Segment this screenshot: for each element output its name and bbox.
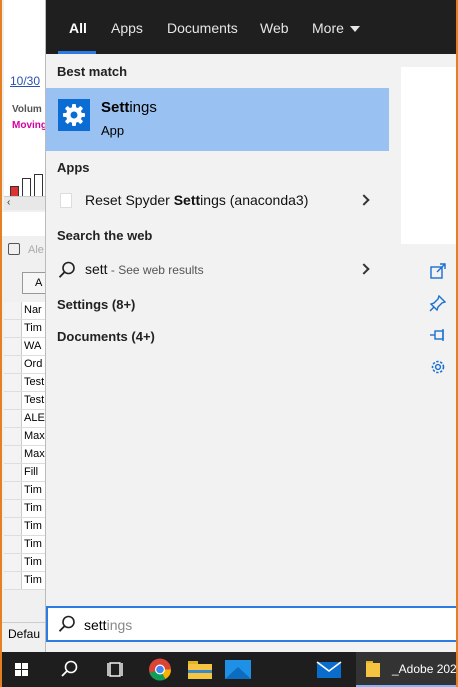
best-match-subtitle: App xyxy=(101,123,125,138)
app-settings-gear-icon[interactable] xyxy=(429,358,447,376)
background-moving-label: Moving xyxy=(12,120,46,131)
tab-web[interactable]: Web xyxy=(260,20,289,36)
table-row: Max xyxy=(4,446,45,464)
search-input-text: settings xyxy=(84,617,133,633)
tab-documents[interactable]: Documents xyxy=(167,20,238,36)
section-documents-count[interactable]: Documents (4+) xyxy=(57,329,155,344)
pin-to-taskbar-icon[interactable] xyxy=(429,326,447,344)
gear-icon xyxy=(63,104,85,126)
preview-pane xyxy=(389,54,458,606)
tab-all[interactable]: All xyxy=(69,20,87,36)
section-search-web: Search the web xyxy=(57,228,153,243)
table-row: Tim xyxy=(4,572,45,590)
file-explorer-taskbar-button[interactable] xyxy=(180,652,220,687)
web-result-label: sett - See web results xyxy=(85,261,204,277)
table-row: Tim xyxy=(4,536,45,554)
app-result-label: Reset Spyder Settings (anaconda3) xyxy=(85,192,309,208)
background-panel-icon xyxy=(8,243,20,255)
table-row: Test xyxy=(4,392,45,410)
best-match-settings-app[interactable]: Settings App xyxy=(46,88,389,151)
search-icon xyxy=(58,261,75,278)
start-button[interactable] xyxy=(2,652,42,687)
folder-icon xyxy=(366,661,380,677)
search-icon xyxy=(58,615,75,632)
section-settings-count[interactable]: Settings (8+) xyxy=(57,297,135,312)
preview-card xyxy=(401,67,458,244)
task-view-icon xyxy=(107,662,123,677)
taskbar-item-label: _Adobe 2021 xyxy=(392,662,458,676)
background-table: Nar Tim WA Ord Test Test ALE Max Max Fil… xyxy=(4,302,45,590)
chevron-right-icon[interactable] xyxy=(358,194,370,206)
search-filter-tabs: All Apps Documents Web More xyxy=(46,0,458,54)
table-row: WA xyxy=(4,338,45,356)
background-volume-label: Volum xyxy=(12,104,42,115)
task-view-button[interactable] xyxy=(97,652,137,687)
taskbar: _Adobe 2021 xyxy=(0,652,458,687)
background-chart: 10/30 Volum Moving xyxy=(4,0,46,200)
search-icon xyxy=(61,660,78,677)
section-apps: Apps xyxy=(57,160,90,175)
tab-apps[interactable]: Apps xyxy=(111,20,143,36)
open-icon[interactable] xyxy=(429,262,447,280)
table-row: Tim xyxy=(4,482,45,500)
window-app-icon xyxy=(225,660,251,679)
table-row: Tim xyxy=(4,554,45,572)
document-icon xyxy=(60,193,72,208)
table-row: Max xyxy=(4,428,45,446)
adobe-folder-taskbar-button[interactable]: _Adobe 2021 xyxy=(356,652,458,687)
table-row: Tim xyxy=(4,500,45,518)
window-frame-left xyxy=(0,0,2,687)
background-panel-title: Ale xyxy=(28,244,44,256)
web-result-sett[interactable]: sett - See web results xyxy=(46,253,389,287)
background-scrollbar[interactable]: ‹ xyxy=(4,196,45,210)
app-result-reset-spyder-settings[interactable]: Reset Spyder Settings (anaconda3) xyxy=(46,184,389,218)
mail-icon xyxy=(316,661,342,678)
table-row: Nar xyxy=(4,302,45,320)
chrome-icon xyxy=(149,658,171,681)
search-input[interactable]: settings xyxy=(46,606,458,642)
background-app-window: 10/30 Volum Moving ‹ Ale A Nar Tim WA Or… xyxy=(0,0,46,652)
settings-app-tile xyxy=(58,99,90,131)
chevron-down-icon xyxy=(349,26,360,33)
table-row: Tim xyxy=(4,320,45,338)
search-results-list: Best match Settings App Apps Reset Spyde… xyxy=(46,54,389,606)
table-row: Ord xyxy=(4,356,45,374)
background-date: 10/30 xyxy=(10,74,41,88)
app-taskbar-button[interactable] xyxy=(218,652,258,687)
table-row: Tim xyxy=(4,518,45,536)
best-match-title: Settings xyxy=(101,99,157,116)
mail-taskbar-button[interactable] xyxy=(309,652,349,687)
folder-icon xyxy=(188,661,212,679)
table-row: Test xyxy=(4,374,45,392)
windows-logo-icon xyxy=(15,663,28,676)
table-row: Fill xyxy=(4,464,45,482)
chrome-taskbar-button[interactable] xyxy=(140,652,180,687)
section-best-match: Best match xyxy=(57,64,128,79)
table-row: ALE xyxy=(4,410,45,428)
background-button[interactable]: A xyxy=(22,272,45,294)
pin-icon[interactable] xyxy=(429,294,447,312)
taskbar-search-button[interactable] xyxy=(49,652,89,687)
chevron-right-icon[interactable] xyxy=(358,263,370,275)
windows-search-panel: All Apps Documents Web More Best match S… xyxy=(46,0,458,652)
tab-more[interactable]: More xyxy=(312,20,360,36)
background-status-bar: Defau xyxy=(0,622,45,652)
